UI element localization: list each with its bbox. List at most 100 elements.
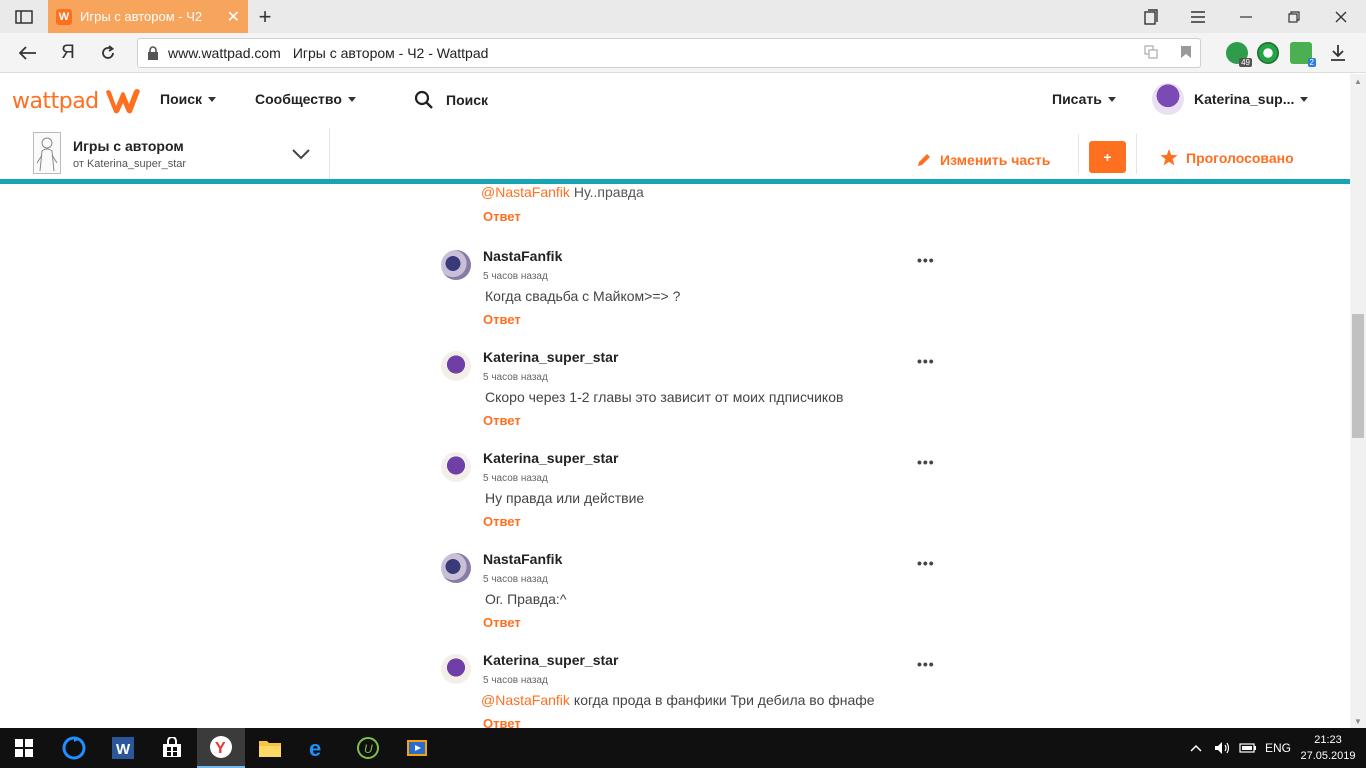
story-selector[interactable]: Игры с автором от Katerina_super_star (0, 128, 330, 179)
windows-start-icon[interactable] (0, 728, 48, 768)
mention-link[interactable]: @NastaFanfik (481, 184, 570, 200)
file-explorer-icon[interactable] (246, 728, 294, 768)
comment-body: Ог. Правда:^ (485, 591, 567, 607)
extension-badge-count: 49 (1239, 58, 1252, 67)
comment-author[interactable]: Katerina_super_star (483, 349, 618, 365)
minimize-icon[interactable] (1223, 0, 1269, 33)
back-arrow-icon[interactable] (11, 33, 45, 73)
comment-author[interactable]: NastaFanfik (483, 551, 562, 567)
scroll-up-icon[interactable]: ▲ (1350, 74, 1366, 88)
star-icon (1160, 149, 1178, 166)
taskbar-clock[interactable]: 21:23 27.05.2019 (1296, 732, 1360, 764)
comment-item: NastaFanfik 5 часов назад Ог. Правда:^ •… (441, 547, 941, 648)
comment-body: Ну правда или действие (485, 490, 645, 506)
menu-icon[interactable] (1175, 0, 1221, 33)
address-domain: www.wattpad.com (168, 45, 281, 61)
commenter-avatar[interactable] (441, 351, 471, 381)
page-scrollbar[interactable]: ▲ ▼ (1350, 74, 1366, 728)
story-author: от Katerina_super_star (73, 158, 187, 170)
comment-text: Ну..правда (573, 184, 644, 200)
clock-date: 27.05.2019 (1300, 750, 1356, 762)
sync-app-icon[interactable] (50, 728, 98, 768)
add-to-list-button[interactable]: + (1089, 141, 1126, 173)
translate-icon[interactable] (1144, 44, 1158, 62)
story-cover-image (33, 132, 61, 174)
write-label: Писать (1052, 91, 1102, 107)
comment-item: Katerina_super_star 5 часов назад Ну пра… (441, 446, 941, 547)
reply-link[interactable]: Ответ (483, 413, 521, 428)
search-icon (414, 90, 433, 109)
battery-icon[interactable] (1239, 728, 1257, 768)
more-options-icon[interactable]: ••• (917, 252, 935, 268)
reply-link[interactable]: Ответ (483, 312, 521, 327)
commenter-avatar[interactable] (441, 553, 471, 583)
media-player-app-icon[interactable] (393, 728, 441, 768)
new-tab-icon[interactable]: + (254, 4, 276, 29)
reload-icon[interactable] (91, 33, 125, 73)
comment-author[interactable]: Katerina_super_star (483, 652, 618, 668)
tab-manager-icon[interactable] (12, 8, 36, 25)
bookmark-manager-icon[interactable] (1128, 0, 1174, 33)
lock-icon[interactable] (138, 46, 168, 60)
comment-item: Katerina_super_star 5 часов назад @Nasta… (441, 648, 941, 728)
tab-close-icon[interactable]: ✕ (227, 7, 240, 27)
yandex-button[interactable]: Я (51, 33, 85, 73)
chevron-down-icon[interactable] (292, 148, 310, 160)
comment-author[interactable]: NastaFanfik (483, 248, 562, 264)
comment-time: 5 часов назад (483, 675, 548, 686)
divider (1136, 134, 1137, 174)
store-app-icon[interactable] (148, 728, 196, 768)
write-dropdown[interactable]: Писать (1052, 91, 1116, 107)
extension-circle-icon[interactable] (1257, 42, 1279, 64)
reply-link[interactable]: Ответ (483, 209, 521, 224)
comment-text: Скоро через 1-2 главы это зависит от мои… (481, 389, 843, 405)
more-options-icon[interactable]: ••• (917, 353, 935, 369)
more-options-icon[interactable]: ••• (917, 555, 935, 571)
nav-search-dropdown[interactable]: Поиск (160, 91, 217, 107)
commenter-avatar[interactable] (441, 452, 471, 482)
edit-part-button[interactable]: Изменить часть (916, 152, 1050, 168)
reply-link[interactable]: Ответ (483, 514, 521, 529)
svg-text:U: U (364, 742, 373, 756)
close-window-icon[interactable] (1318, 0, 1364, 33)
header-search[interactable]: Поиск (414, 90, 488, 110)
vote-button[interactable]: Проголосовано (1160, 149, 1294, 166)
language-indicator[interactable]: ENG (1265, 728, 1291, 768)
address-bar[interactable]: www.wattpad.com Игры с автором - Ч2 - Wa… (137, 38, 1201, 68)
scroll-down-icon[interactable]: ▼ (1350, 714, 1366, 728)
yandex-browser-app-icon[interactable]: Y (197, 728, 245, 768)
username-label: Katerina_sup... (1194, 91, 1295, 107)
reply-link[interactable]: Ответ (483, 716, 521, 728)
comment-time: 5 часов назад (483, 473, 548, 484)
reply-link[interactable]: Ответ (483, 615, 521, 630)
scroll-thumb[interactable] (1352, 314, 1364, 438)
extension-download-icon[interactable]: 2 (1290, 42, 1316, 67)
utorrent-app-icon[interactable]: U (344, 728, 392, 768)
caret-down-icon (1107, 96, 1116, 102)
extension-shield-icon[interactable]: 49 (1226, 42, 1252, 67)
caret-down-icon (347, 96, 356, 102)
mention-link[interactable]: @NastaFanfik (481, 692, 570, 708)
user-menu-dropdown[interactable]: Katerina_sup... (1194, 91, 1309, 107)
nav-community-label: Сообщество (255, 91, 342, 107)
header-search-label: Поиск (446, 92, 489, 108)
comment-author[interactable]: Katerina_super_star (483, 450, 618, 466)
restore-icon[interactable] (1271, 0, 1317, 33)
bookmark-icon[interactable] (1180, 45, 1192, 62)
edge-browser-icon[interactable]: e (295, 728, 343, 768)
word-app-icon[interactable]: W (99, 728, 147, 768)
comment-item: Katerina_super_star 5 часов назад Скоро … (441, 345, 941, 446)
browser-tab-active[interactable]: W Игры с автором - Ч2 ✕ (48, 0, 248, 33)
nav-community-dropdown[interactable]: Сообщество (255, 91, 356, 107)
comment-body: когда прода в фанфики Три дебила во фнаф… (573, 692, 875, 708)
more-options-icon[interactable]: ••• (917, 454, 935, 470)
volume-icon[interactable] (1214, 728, 1232, 768)
user-avatar[interactable] (1152, 83, 1184, 115)
wattpad-logo[interactable]: wattpad (12, 86, 143, 116)
downloads-icon[interactable] (1321, 33, 1355, 73)
show-hidden-icons[interactable] (1190, 728, 1202, 768)
nav-search-label: Поиск (160, 91, 203, 107)
more-options-icon[interactable]: ••• (917, 656, 935, 672)
commenter-avatar[interactable] (441, 250, 471, 280)
commenter-avatar[interactable] (441, 654, 471, 684)
